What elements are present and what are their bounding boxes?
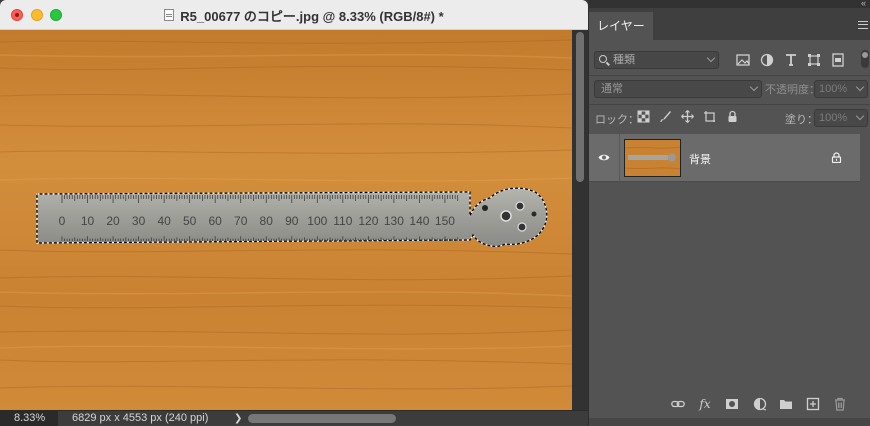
- lock-image-pixels-icon[interactable]: [659, 110, 672, 123]
- panel-divider: [589, 104, 870, 105]
- lock-transparent-pixels-icon[interactable]: [637, 110, 650, 123]
- opacity-label: 不透明度：: [765, 84, 820, 96]
- layer-filter-value: 種類: [613, 54, 635, 66]
- tab-layers[interactable]: レイヤー: [589, 12, 653, 40]
- lock-all-icon[interactable]: [726, 110, 739, 123]
- layers-list-scrollbar[interactable]: [861, 134, 870, 404]
- ruler-label: 80: [260, 214, 274, 228]
- lock-artboard-icon[interactable]: [703, 110, 716, 123]
- search-icon: [599, 55, 607, 63]
- document-info: 6829 px x 4553 px (240 ppi): [72, 412, 209, 424]
- metal-ruler: 0 10 20 30 40 50 60 70 80 90 100 110 120 130 140 150: [36, 187, 548, 247]
- delete-layer-icon[interactable]: [833, 397, 847, 411]
- ruler-label: 60: [209, 214, 223, 228]
- layer-thumbnail[interactable]: [624, 139, 681, 177]
- document-file-icon: [164, 9, 175, 21]
- new-layer-icon[interactable]: [806, 397, 820, 411]
- chevron-down-icon: [855, 82, 865, 92]
- panel-tab-row: レイヤー: [589, 8, 870, 40]
- ruler-label: 100: [307, 214, 327, 228]
- panel-menu-icon[interactable]: [858, 21, 868, 29]
- image-canvas[interactable]: 0 10 20 30 40 50 60 70 80 90 100 110 120 130 140 150: [0, 30, 572, 410]
- text-filter-icon[interactable]: [784, 53, 798, 67]
- ruler-label: 110: [333, 214, 352, 228]
- ruler-label: 70: [234, 214, 248, 228]
- link-layers-icon[interactable]: [671, 397, 685, 411]
- panel-bottom-strip: [589, 418, 870, 426]
- status-info-menu-arrow[interactable]: ❯: [234, 411, 242, 426]
- ruler-label: 40: [157, 214, 171, 228]
- panel-dock-strip: «: [588, 0, 870, 8]
- ruler-label: 130: [384, 214, 404, 228]
- ruler-label: 0: [59, 214, 66, 228]
- adjustment-filter-icon[interactable]: [760, 53, 774, 67]
- group-folder-icon[interactable]: [779, 397, 793, 411]
- fill-opacity-field[interactable]: 100%: [814, 109, 868, 127]
- layer-row-separator: [619, 134, 620, 182]
- fill-value: 100%: [819, 112, 848, 124]
- ruler-label: 140: [409, 214, 429, 228]
- document-title-bar[interactable]: R5_00677 のコピー.jpg @ 8.33% (RGB/8#) *: [0, 0, 588, 30]
- layer-name[interactable]: 背景: [689, 151, 711, 167]
- fx-icon[interactable]: fx: [698, 397, 712, 411]
- status-bar: 8.33% 6829 px x 4553 px (240 ppi) ❯: [0, 410, 588, 426]
- document-window: R5_00677 のコピー.jpg @ 8.33% (RGB/8#) * 0 1…: [0, 0, 588, 426]
- ruler-label: 20: [106, 214, 120, 228]
- blend-mode-select[interactable]: 通常: [594, 80, 762, 98]
- ruler-label: 150: [435, 214, 455, 228]
- blend-mode-value: 通常: [601, 83, 623, 95]
- horizontal-scroll-thumb[interactable]: [248, 414, 396, 423]
- ruler-label: 10: [81, 214, 95, 228]
- ruler-label: 30: [132, 214, 146, 228]
- layer-row[interactable]: 背景: [589, 134, 860, 182]
- chevron-down-icon: [706, 53, 716, 63]
- zoom-level-field[interactable]: 8.33%: [0, 411, 58, 426]
- add-mask-icon[interactable]: [725, 397, 739, 411]
- smart-object-filter-icon[interactable]: [831, 53, 845, 67]
- filter-toggle-switch[interactable]: [861, 50, 869, 68]
- opacity-value: 100%: [819, 83, 848, 95]
- canvas-image[interactable]: 0 10 20 30 40 50 60 70 80 90 100 110 120 130 140 150: [0, 30, 572, 410]
- collapse-panels-icon[interactable]: «: [861, 0, 866, 8]
- ruler-label: 90: [285, 214, 299, 228]
- vertical-scroll-thumb[interactable]: [576, 32, 584, 182]
- ruler-label: 50: [183, 214, 197, 228]
- vertical-scrollbar[interactable]: [572, 30, 588, 410]
- layers-panel: レイヤー 種類 通常 不透明度： 100% ロック： 塗り： 100% 背景 f…: [588, 8, 870, 426]
- lock-label: ロック：: [595, 114, 639, 126]
- ruler-label: 120: [358, 214, 378, 228]
- layers-panel-footer: fx: [589, 393, 870, 415]
- document-title: R5_00677 のコピー.jpg @ 8.33% (RGB/8#) *: [180, 8, 444, 24]
- panel-divider: [589, 75, 870, 76]
- chevron-down-icon: [855, 111, 865, 121]
- layer-filter-select[interactable]: 種類: [594, 51, 719, 69]
- image-filter-icon[interactable]: [736, 53, 750, 67]
- lock-position-icon[interactable]: [681, 110, 694, 123]
- adjustment-layer-icon[interactable]: [753, 397, 767, 411]
- layer-lock-icon[interactable]: [831, 152, 842, 163]
- shape-filter-icon[interactable]: [807, 53, 821, 67]
- chevron-down-icon: [749, 82, 759, 92]
- eye-visibility-icon[interactable]: [598, 153, 610, 162]
- opacity-field[interactable]: 100%: [814, 80, 868, 98]
